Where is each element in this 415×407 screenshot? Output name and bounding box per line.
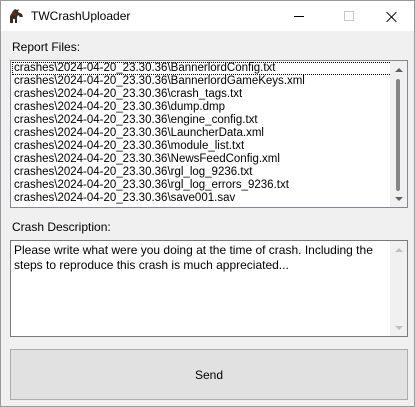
crash-description-text[interactable]: Please write what were you doing at the …: [14, 243, 392, 273]
chevron-down-icon: [394, 325, 403, 330]
maximize-icon: [344, 11, 354, 21]
window-title: TWCrashUploader: [31, 9, 131, 23]
list-item[interactable]: crashes\2024-04-20_23.30.36\dump.dmp: [12, 101, 392, 114]
list-item[interactable]: crashes\2024-04-20_23.30.36\BannerlordGa…: [12, 75, 392, 88]
chevron-up-icon: [394, 67, 403, 72]
crash-description-label: Crash Description:: [12, 220, 111, 234]
scroll-thumb[interactable]: [396, 79, 400, 191]
chevron-down-icon: [394, 196, 403, 201]
minimize-icon: [294, 15, 304, 17]
list-item[interactable]: crashes\2024-04-20_23.30.36\module_list.…: [12, 140, 392, 153]
close-button[interactable]: [368, 1, 414, 31]
maximize-button[interactable]: [326, 1, 372, 31]
list-item[interactable]: crashes\2024-04-20_23.30.36\crash_tags.t…: [12, 88, 392, 101]
list-item[interactable]: crashes\2024-04-20_23.30.36\rgl_log_erro…: [12, 179, 392, 192]
report-files-list[interactable]: crashes\2024-04-20_23.30.36\BannerlordCo…: [10, 60, 408, 208]
list-item[interactable]: crashes\2024-04-20_23.30.36\NewsFeedConf…: [12, 153, 392, 166]
list-item[interactable]: crashes\2024-04-20_23.30.36\rgl_log_9236…: [12, 166, 392, 179]
list-item[interactable]: crashes\2024-04-20_23.30.36\LauncherData…: [12, 127, 392, 140]
chevron-up-icon: [394, 247, 403, 252]
minimize-button[interactable]: [276, 1, 322, 31]
list-item[interactable]: crashes\2024-04-20_23.30.36\BannerlordCo…: [12, 62, 392, 75]
report-files-items: crashes\2024-04-20_23.30.36\BannerlordCo…: [12, 62, 392, 205]
report-files-scrollbar[interactable]: [390, 61, 407, 207]
list-item[interactable]: crashes\2024-04-20_23.30.36\save001.sav: [12, 192, 392, 205]
report-files-label: Report Files:: [12, 40, 81, 54]
scroll-up-button[interactable]: [390, 241, 407, 258]
scroll-up-button[interactable]: [390, 61, 407, 78]
title-bar[interactable]: TWCrashUploader: [1, 1, 414, 31]
crash-description-input[interactable]: Please write what were you doing at the …: [10, 240, 408, 337]
send-button-label: Send: [194, 367, 224, 382]
scroll-down-button[interactable]: [390, 319, 407, 336]
bannerlord-horse-icon: [10, 9, 23, 23]
crash-description-scrollbar[interactable]: [390, 241, 407, 336]
scroll-down-button[interactable]: [390, 190, 407, 207]
list-item[interactable]: crashes\2024-04-20_23.30.36\engine_confi…: [12, 114, 392, 127]
close-icon: [386, 11, 397, 22]
send-button[interactable]: Send: [10, 349, 408, 400]
